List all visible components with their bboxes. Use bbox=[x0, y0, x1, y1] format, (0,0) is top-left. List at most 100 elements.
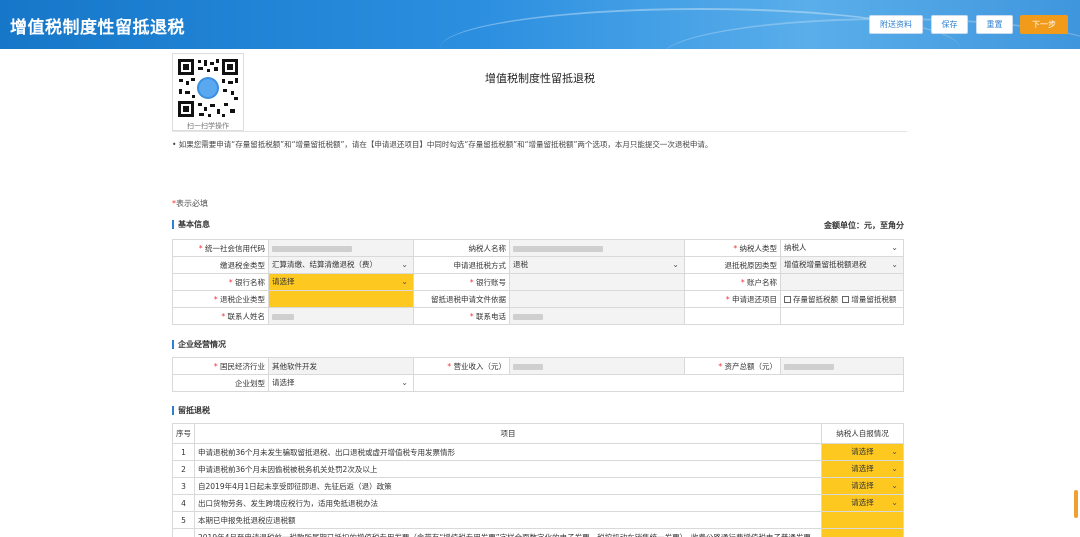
enterprise-type-field[interactable] bbox=[268, 290, 414, 308]
reset-button[interactable]: 重置 bbox=[976, 15, 1013, 34]
table-row: 3 自2019年4月1日起未享受即征即退、先征后返（退）政策 请选择 ⌄ bbox=[172, 477, 904, 495]
chevron-down-icon: ⌄ bbox=[401, 277, 408, 286]
table-row: 4 出口货物劳务、发生跨境应税行为，适用免抵退税办法 请选择 ⌄ bbox=[172, 494, 904, 512]
row-number bbox=[172, 528, 195, 537]
chevron-down-icon: ⌄ bbox=[891, 260, 898, 269]
row-number: 2 bbox=[172, 460, 195, 478]
column-header: 纳税人自报情况 bbox=[821, 423, 904, 444]
self-report-input[interactable] bbox=[821, 511, 904, 529]
table-row: * 联系人姓名 * 联系电话 bbox=[172, 307, 904, 325]
masked-value bbox=[272, 245, 352, 252]
qr-code-label: 扫一扫学操作 bbox=[187, 122, 229, 130]
refund-reason-select[interactable]: 增值税增量留抵税额退税 ⌄ bbox=[780, 256, 904, 274]
field-label: * 营业收入（元） bbox=[413, 357, 510, 375]
row-number: 5 bbox=[172, 511, 195, 529]
checkbox-label: 增量留抵税额 bbox=[851, 294, 897, 304]
contact-name-field[interactable] bbox=[268, 307, 414, 325]
next-step-button[interactable]: 下一步 bbox=[1020, 15, 1068, 34]
stock-credit-checkbox[interactable] bbox=[784, 296, 791, 303]
chevron-down-icon: ⌄ bbox=[891, 498, 898, 507]
industry-field: 其他软件开发 bbox=[268, 357, 414, 375]
field-label: 缴退税金类型 bbox=[172, 256, 269, 274]
attach-materials-button[interactable]: 附送资料 bbox=[869, 15, 923, 34]
field-label: * 资产总额（元） bbox=[684, 357, 781, 375]
required-note: *表示必填 bbox=[172, 198, 208, 209]
revenue-field[interactable] bbox=[509, 357, 685, 375]
row-item: 本期已申报免抵退税应退税额 bbox=[194, 511, 822, 529]
basic-info-table: * 统一社会信用代码 纳税人名称 * 纳税人类型 纳税人 ⌄ 缴退税金类型 汇算清… bbox=[172, 239, 904, 325]
refund-method-select[interactable]: 退税 ⌄ bbox=[509, 256, 685, 274]
table-row: 1 申请退税前36个月未发生骗取留抵退税、出口退税或虚开增值税专用发票情形 请选… bbox=[172, 443, 904, 461]
refund-type-select[interactable]: 汇算清缴、结算清缴退税（费） ⌄ bbox=[268, 256, 414, 274]
app-header: 增值税制度性留抵退税 附送资料 保存 重置 下一步 bbox=[0, 0, 1080, 49]
row-number: 4 bbox=[172, 494, 195, 512]
row-item: 申请退税前36个月未因偷税被税务机关处罚2次及以上 bbox=[194, 460, 822, 478]
field-label: * 统一社会信用代码 bbox=[172, 239, 269, 257]
field-label: * 账户名称 bbox=[684, 273, 781, 291]
retain-refund-table: 序号 项目 纳税人自报情况 1 申请退税前36个月未发生骗取留抵退税、出口退税或… bbox=[172, 423, 904, 537]
incremental-credit-checkbox[interactable] bbox=[842, 296, 850, 303]
chevron-down-icon: ⌄ bbox=[401, 260, 408, 269]
divider bbox=[172, 131, 907, 132]
self-report-select[interactable]: 请选择 ⌄ bbox=[821, 477, 904, 495]
self-report-select[interactable]: 请选择 ⌄ bbox=[821, 460, 904, 478]
refund-items-field: 存量留抵税额 增量留抵税额 bbox=[780, 290, 904, 308]
required-note-text: 表示必填 bbox=[176, 199, 208, 208]
save-button[interactable]: 保存 bbox=[931, 15, 968, 34]
qr-code-panel[interactable]: 扫一扫学操作 bbox=[172, 53, 244, 131]
chevron-down-icon: ⌄ bbox=[891, 464, 898, 473]
field-label: 留抵退税申请文件依据 bbox=[413, 290, 510, 308]
bank-name-select[interactable]: 请选择 ⌄ bbox=[268, 273, 414, 291]
credit-code-field bbox=[268, 239, 414, 257]
row-item: 2019年4月至申请退税前一税款所属期已抵扣的增值税专用发票（含带有“增值税专用… bbox=[194, 528, 822, 537]
field-label: * 国民经济行业 bbox=[172, 357, 269, 375]
checkbox-label: 存量留抵税额 bbox=[793, 294, 838, 304]
contact-phone-field[interactable] bbox=[509, 307, 685, 325]
masked-value bbox=[513, 245, 603, 252]
row-item: 出口货物劳务、发生跨境应税行为，适用免抵退税办法 bbox=[194, 494, 822, 512]
field-label: * 银行名称 bbox=[172, 273, 269, 291]
table-row: 缴退税金类型 汇算清缴、结算清缴退税（费） ⌄ 申请退抵税方式 退税 ⌄ 退抵税原因… bbox=[172, 256, 904, 274]
field-label: * 联系电话 bbox=[413, 307, 510, 325]
chevron-down-icon: ⌄ bbox=[401, 378, 408, 387]
account-name-field bbox=[780, 273, 904, 291]
table-header-row: 序号 项目 纳税人自报情况 bbox=[172, 423, 904, 444]
field-label: * 联系人姓名 bbox=[172, 307, 269, 325]
enterprise-scale-select[interactable]: 请选择 ⌄ bbox=[268, 374, 414, 392]
chevron-down-icon: ⌄ bbox=[891, 447, 898, 456]
notice-text: • 如果您需要申请“存量留抵税额”和“增量留抵税额”，请在【申请退还项目】中同时… bbox=[172, 140, 713, 149]
masked-value bbox=[784, 363, 834, 370]
page-title: 增值税制度性留抵退税 bbox=[10, 18, 185, 38]
field-label bbox=[684, 307, 781, 325]
table-row: * 统一社会信用代码 纳税人名称 * 纳税人类型 纳税人 ⌄ bbox=[172, 239, 904, 257]
self-report-input[interactable] bbox=[821, 528, 904, 537]
field-label: * 纳税人类型 bbox=[684, 239, 781, 257]
self-report-select[interactable]: 请选择 ⌄ bbox=[821, 443, 904, 461]
table-row: 2019年4月至申请退税前一税款所属期已抵扣的增值税专用发票（含带有“增值税专用… bbox=[172, 528, 904, 537]
qr-code-icon bbox=[176, 57, 240, 119]
empty-cell bbox=[780, 307, 904, 325]
field-label: 退抵税原因类型 bbox=[684, 256, 781, 274]
scrollbar[interactable] bbox=[1074, 490, 1078, 518]
taxpayer-type-select[interactable]: 纳税人 ⌄ bbox=[780, 239, 904, 257]
column-header: 项目 bbox=[194, 423, 822, 444]
empty-cell bbox=[413, 374, 904, 392]
field-label: 申请退抵税方式 bbox=[413, 256, 510, 274]
masked-value bbox=[272, 313, 294, 320]
table-row: 2 申请退税前36个月未因偷税被税务机关处罚2次及以上 请选择 ⌄ bbox=[172, 460, 904, 478]
masked-value bbox=[513, 363, 543, 370]
section-title-enterprise: 企业经营情况 bbox=[172, 339, 226, 350]
self-report-select[interactable]: 请选择 ⌄ bbox=[821, 494, 904, 512]
chevron-down-icon: ⌄ bbox=[891, 481, 898, 490]
field-label: 纳税人名称 bbox=[413, 239, 510, 257]
chevron-down-icon: ⌄ bbox=[672, 260, 679, 269]
table-row: * 银行名称 请选择 ⌄ * 银行账号 * 账户名称 bbox=[172, 273, 904, 291]
refund-basis-field[interactable] bbox=[509, 290, 685, 308]
row-item: 自2019年4月1日起未享受即征即退、先征后返（退）政策 bbox=[194, 477, 822, 495]
taxpayer-name-field bbox=[509, 239, 685, 257]
row-number: 1 bbox=[172, 443, 195, 461]
assets-field[interactable] bbox=[780, 357, 904, 375]
masked-value bbox=[513, 313, 543, 320]
row-number: 3 bbox=[172, 477, 195, 495]
form-title: 增值税制度性留抵退税 bbox=[485, 72, 595, 85]
